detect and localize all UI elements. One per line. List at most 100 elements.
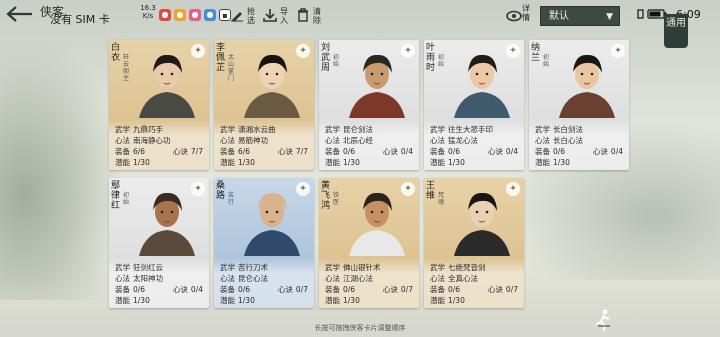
heart-label: 心法: [535, 136, 550, 145]
select-tool-label: 抢选: [247, 7, 255, 25]
hero-title: 太山掌门: [228, 54, 235, 82]
sort-dropdown[interactable]: 默认 ▼: [540, 6, 620, 26]
hero-portrait: [454, 192, 510, 256]
broom-icon[interactable]: ✦: [506, 44, 520, 58]
heart-label: 心法: [220, 274, 235, 283]
mantra-value: 7/7: [190, 147, 203, 156]
heart-value: 长白心法: [553, 136, 583, 145]
skill-value: 七绝梵音剑: [448, 263, 486, 272]
mantra-label: 心诀: [382, 147, 398, 156]
heart-label: 心法: [220, 136, 235, 145]
broom-icon[interactable]: ✦: [191, 182, 205, 196]
hero-card[interactable]: 李佩芷 太山掌门 ✦ 武学 潇湘水云曲 心法 易筋神功 装备 6/6 心诀 7/7 潜能 1/30: [214, 40, 314, 170]
hero-card[interactable]: 白衣 轩云阁主 ✦ 武学 九鼎巧手 心法 南海静心功 装备 6/6 心诀 7/7 潜能 1/30: [109, 40, 209, 170]
skill-label: 武学: [325, 263, 340, 272]
equip-value: 0/6: [448, 285, 461, 294]
equip-label: 装备: [430, 147, 445, 156]
skill-value: 狂剑红云: [133, 263, 163, 272]
hero-portrait: [349, 192, 405, 256]
potential-label: 潜能: [220, 158, 235, 167]
eye-icon: [506, 7, 522, 26]
equip-label: 装备: [220, 147, 235, 156]
trash-icon: [296, 7, 310, 25]
hero-title: 苦行: [228, 192, 235, 206]
mantra-value: 0/4: [400, 147, 413, 156]
potential-value: 1/30: [133, 158, 150, 167]
broom-icon[interactable]: ✦: [296, 182, 310, 196]
equip-label: 装备: [220, 285, 235, 294]
equip-label: 装备: [325, 285, 340, 294]
equip-label: 装备: [430, 285, 445, 294]
skill-label: 武学: [430, 125, 445, 134]
hero-card[interactable]: 刘武周 初始 ✦ 武学 昆仑剑法 心法 北辰心经 装备 0/6 心诀 0/4 潜能 1/30: [319, 40, 419, 170]
net-speed-unit: K/s: [142, 12, 154, 20]
broom-icon[interactable]: ✦: [191, 44, 205, 58]
heart-label: 心法: [430, 274, 445, 283]
equip-value: 0/6: [238, 285, 251, 294]
import-icon: [263, 8, 277, 25]
hero-stats: 武学 佛山银针术 心法 江湖心法 装备 0/6 心诀 0/7 潜能 1/30: [319, 258, 419, 308]
hero-card[interactable]: 鄢律红 初始 ✦ 武学 狂剑红云 心法 太阳神功 装备 0/6 心诀 0/4 潜能 1/30: [109, 178, 209, 308]
equip-label: 装备: [115, 285, 130, 294]
top-bar: 侠客 没有 SIM 卡 16.3 K/s ● ● ● ● ▪ 抢选 导入 清除 …: [0, 0, 720, 30]
mantra-label: 心诀: [172, 285, 188, 294]
chevron-down-icon: ▼: [606, 12, 613, 22]
equip-value: 0/6: [553, 147, 566, 156]
hero-card[interactable]: 黄飞鸿 铁医 ✦ 武学 佛山银针术 心法 江湖心法 装备 0/6 心诀 0/7 潜能 1/30: [319, 178, 419, 308]
broom-icon[interactable]: ✦: [296, 44, 310, 58]
status-net-speed: 16.3 K/s: [139, 4, 157, 20]
hero-stats: 武学 狂剑红云 心法 太阳神功 装备 0/6 心诀 0/4 潜能 1/30: [109, 258, 209, 308]
heart-value: 易筋神功: [238, 136, 268, 145]
hero-card[interactable]: 王维 梵魂 ✦ 武学 七绝梵音剑 心法 全真心法 装备 0/6 心诀 0/7 潜能 1/30: [424, 178, 524, 308]
heart-label: 心法: [115, 274, 130, 283]
equip-label: 装备: [325, 147, 340, 156]
hero-name: 白衣: [111, 43, 121, 63]
hero-title: 初始: [333, 54, 340, 68]
apply-general-button[interactable]: 通用: [664, 14, 688, 48]
hero-portrait: [454, 54, 510, 118]
skill-value: 往生大悲手印: [448, 125, 493, 134]
mantra-label: 心诀: [382, 285, 398, 294]
clear-button[interactable]: 清除: [296, 5, 323, 27]
mantra-label: 心诀: [277, 285, 293, 294]
heart-label: 心法: [325, 136, 340, 145]
status-app-icons: ● ● ● ● ▪: [159, 9, 231, 21]
hero-name: 纳兰: [531, 43, 541, 63]
hero-name: 桑路: [216, 181, 226, 201]
skill-value: 潇湘水云曲: [238, 125, 276, 134]
mantra-label: 心诀: [592, 147, 608, 156]
select-tool-button[interactable]: 抢选: [230, 5, 257, 27]
heart-value: 全真心法: [448, 274, 478, 283]
hero-name: 刘武周: [321, 43, 331, 73]
heart-value: 江湖心法: [343, 274, 373, 283]
broom-icon[interactable]: ✦: [401, 182, 415, 196]
broom-icon[interactable]: ✦: [611, 44, 625, 58]
skill-label: 武学: [220, 125, 235, 134]
potential-value: 1/30: [343, 296, 360, 305]
hero-stats: 武学 往生大悲手印 心法 猛龙心法 装备 0/6 心诀 0/4 潜能 1/30: [424, 120, 524, 170]
hero-stats: 武学 昆仑剑法 心法 北辰心经 装备 0/6 心诀 0/4 潜能 1/30: [319, 120, 419, 170]
heart-value: 南海静心功: [133, 136, 171, 145]
back-arrow-icon[interactable]: [4, 4, 38, 26]
clear-label: 清除: [313, 7, 321, 25]
hero-title: 初始: [543, 54, 550, 68]
broom-icon[interactable]: ✦: [401, 44, 415, 58]
potential-value: 1/30: [553, 158, 570, 167]
mantra-value: 0/4: [190, 285, 203, 294]
import-button[interactable]: 导入: [263, 5, 290, 27]
hero-card[interactable]: 叶雨时 初始 ✦ 武学 往生大悲手印 心法 猛龙心法 装备 0/6 心诀 0/4 潜能 1/30: [424, 40, 524, 170]
broom-icon[interactable]: ✦: [506, 182, 520, 196]
mantra-value: 0/7: [295, 285, 308, 294]
potential-label: 潜能: [115, 158, 130, 167]
hero-card[interactable]: 纳兰 初始 ✦ 武学 长白剑法 心法 长白心法 装备 0/6 心诀 0/4 潜能 1/30: [529, 40, 629, 170]
hero-name: 李佩芷: [216, 43, 226, 73]
potential-label: 潜能: [220, 296, 235, 305]
heart-value: 猛龙心法: [448, 136, 478, 145]
hero-card[interactable]: 桑路 苦行 ✦ 武学 苦行刀术 心法 昆仑心法 装备 0/6 心诀 0/7 潜能 1/30: [214, 178, 314, 308]
equip-value: 0/6: [448, 147, 461, 156]
skill-label: 武学: [535, 125, 550, 134]
notification-app-icon: ●: [159, 9, 171, 21]
equip-value: 0/6: [343, 147, 356, 156]
mantra-label: 心诀: [277, 147, 293, 156]
potential-label: 潜能: [430, 296, 445, 305]
